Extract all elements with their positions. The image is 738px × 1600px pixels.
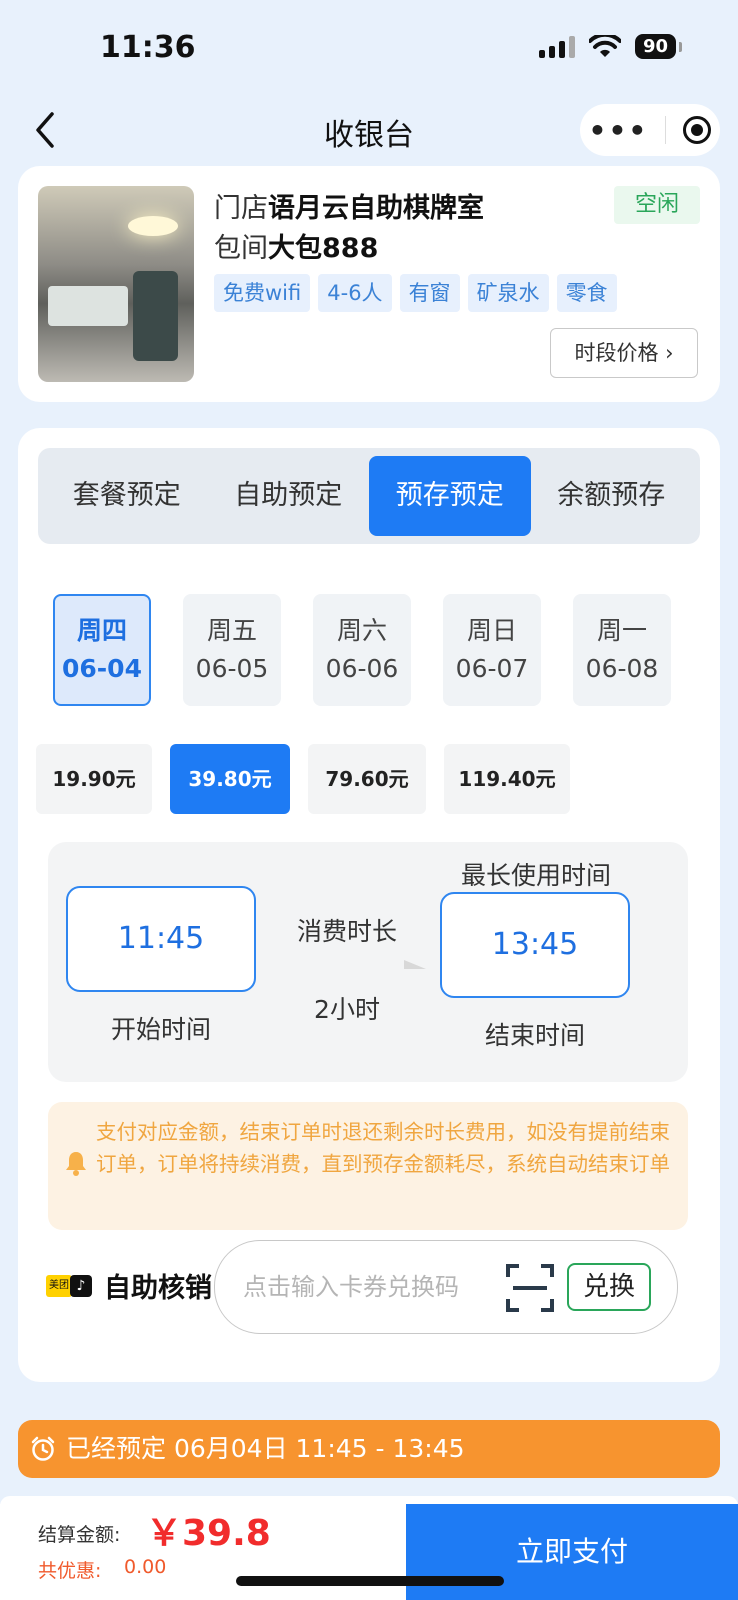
prepaid-notice: 支付对应金额，结束订单时退还剩余时长费用，如没有提前结束订单，订单将持续消费，直… — [48, 1102, 688, 1230]
wifi-icon — [588, 34, 621, 57]
end-time-label: 结束时间 — [484, 1021, 585, 1050]
status-time: 11:36 — [100, 30, 196, 65]
arrow-right-icon — [276, 960, 426, 969]
notice-text: 支付对应金额，结束订单时退还剩余时长费用，如没有提前结束订单，订单将持续消费，直… — [96, 1120, 670, 1176]
date-weekday: 周四 — [76, 616, 127, 645]
discount-amount: 0.00 — [124, 1556, 167, 1578]
battery-icon: 90 — [634, 34, 683, 59]
store-name-line: 门店语月云自助棋牌室 — [214, 186, 484, 225]
home-indicator — [236, 1576, 504, 1586]
date-value: 06-04 — [62, 654, 142, 683]
redeem-button[interactable]: 兑换 — [567, 1263, 651, 1311]
tab-prepaid-booking[interactable]: 预存预定 — [369, 456, 531, 536]
tab-self-booking[interactable]: 自助预定 — [208, 456, 370, 536]
amount-option[interactable]: 119.40元 — [444, 744, 570, 814]
room-name-line: 包间大包888 — [214, 226, 378, 265]
room-prefix: 包间 — [214, 233, 268, 264]
room-tag: 矿泉水 — [467, 274, 549, 312]
store-prefix: 门店 — [214, 193, 268, 224]
signal-icon — [538, 35, 575, 58]
date-value: 06-06 — [325, 654, 399, 683]
discount-label: 共优惠: — [38, 1560, 102, 1582]
date-weekday: 周五 — [206, 616, 257, 645]
end-time-display: 13:45 — [440, 892, 630, 998]
max-usage-label: 最长使用时间 — [460, 861, 611, 890]
store-room-photo — [38, 186, 194, 382]
duration-value: 2小时 — [314, 995, 380, 1024]
room-tag: 4-6人 — [318, 274, 392, 312]
amount-options: 19.90元 39.80元 79.60元 119.40元 — [36, 744, 570, 814]
date-option[interactable]: 周一 06-08 — [573, 594, 671, 706]
bell-icon — [66, 1152, 86, 1176]
store-name: 语月云自助棋牌室 — [268, 193, 484, 224]
room-name: 大包888 — [268, 233, 379, 264]
coupon-code-input[interactable] — [243, 1267, 493, 1307]
amount-option[interactable]: 19.90元 — [36, 744, 152, 814]
close-target-icon[interactable] — [683, 116, 712, 144]
amount-option[interactable]: 39.80元 — [170, 744, 290, 814]
douyin-icon: ♪ — [70, 1274, 92, 1297]
start-time-label: 开始时间 — [110, 1015, 211, 1044]
coupon-code-field: 兑换 — [214, 1240, 678, 1334]
tab-balance-prepaid[interactable]: 余额预存 — [531, 456, 693, 536]
more-icon[interactable]: ••• — [589, 114, 649, 147]
date-option[interactable]: 周六 06-06 — [313, 594, 411, 706]
booking-card: 套餐预定 自助预定 预存预定 余额预存 周四 06-04 周五 06-05 周六… — [18, 428, 720, 1382]
date-option[interactable]: 周四 06-04 — [53, 594, 151, 706]
scan-icon[interactable] — [505, 1263, 555, 1313]
booking-type-tabs: 套餐预定 自助预定 预存预定 余额预存 — [38, 448, 700, 544]
time-price-button[interactable]: 时段价格 › — [550, 328, 698, 378]
room-tag: 有窗 — [399, 274, 460, 312]
amount-option[interactable]: 79.60元 — [308, 744, 426, 814]
store-card: 门店语月云自助棋牌室 包间大包888 空闲 免费wifi 4-6人 有窗 矿泉水… — [18, 166, 720, 402]
booking-summary-text: 已经预定 06月04日 11:45 - 13:45 — [66, 1434, 465, 1463]
total-amount: ￥39.8 — [146, 1513, 271, 1554]
date-option[interactable]: 周日 06-07 — [443, 594, 541, 706]
room-tag: 免费wifi — [214, 274, 311, 312]
date-value: 06-08 — [585, 654, 659, 683]
duration-label: 消费时长 — [296, 917, 397, 946]
date-picker: 周四 06-04 周五 06-05 周六 06-06 周日 06-07 周一 0… — [53, 594, 671, 706]
time-range-panel: 11:45 开始时间 消费时长 2小时 最长使用时间 13:45 结束时间 — [48, 842, 688, 1082]
capsule-divider — [665, 116, 667, 144]
alarm-clock-icon — [31, 1436, 55, 1461]
start-time-picker[interactable]: 11:45 — [66, 886, 256, 992]
date-value: 06-07 — [455, 654, 529, 683]
date-weekday: 周日 — [466, 616, 517, 645]
status-badge: 空闲 — [614, 186, 700, 224]
room-tags: 免费wifi 4-6人 有窗 矿泉水 零食 — [214, 274, 617, 312]
room-tag: 零食 — [556, 274, 617, 312]
date-value: 06-05 — [195, 654, 269, 683]
date-weekday: 周六 — [336, 616, 387, 645]
meituan-logo: 美团 — [46, 1274, 72, 1297]
total-label: 结算金额: — [38, 1524, 121, 1546]
tab-package-booking[interactable]: 套餐预定 — [46, 456, 208, 536]
self-verify: 美团 ♪ 自助核销 — [46, 1266, 212, 1305]
date-weekday: 周一 — [596, 616, 647, 645]
mini-program-capsule: ••• — [580, 104, 720, 156]
self-verify-label: 自助核销 — [104, 1273, 212, 1304]
date-option[interactable]: 周五 06-05 — [183, 594, 281, 706]
status-icons: 90 — [538, 34, 683, 59]
booking-summary-bar: 已经预定 06月04日 11:45 - 13:45 — [18, 1420, 720, 1478]
